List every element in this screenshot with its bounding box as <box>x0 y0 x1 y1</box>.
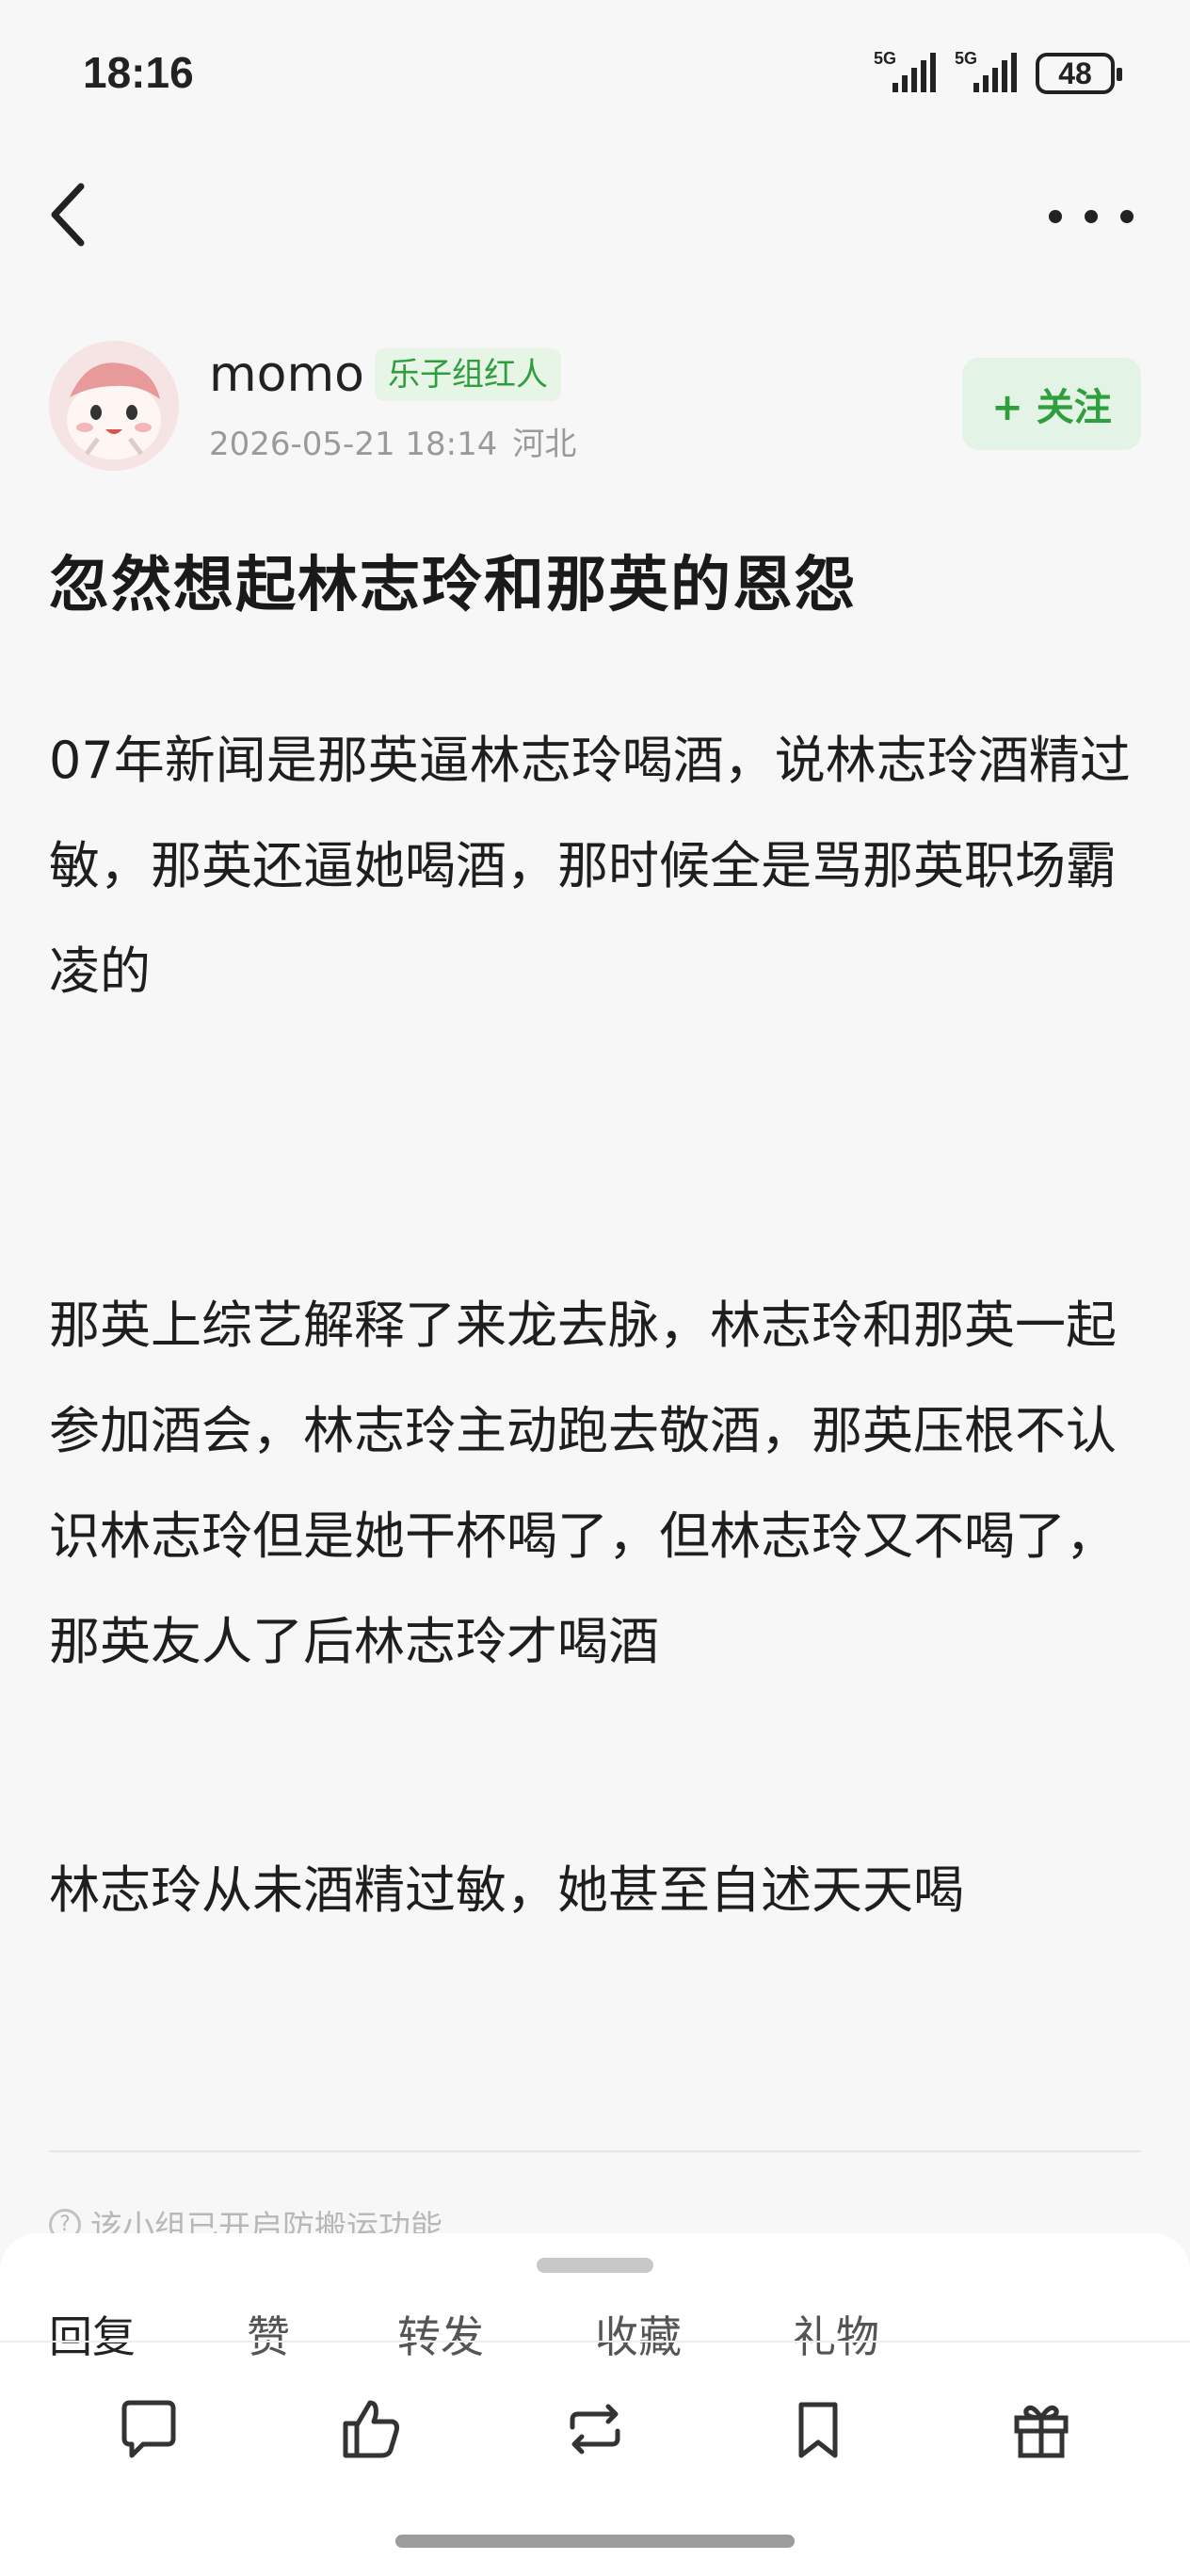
tab-reply[interactable]: 回复 <box>49 2299 247 2356</box>
post-title: 忽然想起林志玲和那英的恩怨 <box>49 551 857 620</box>
signal-icon: 5G <box>955 49 1022 94</box>
comment-icon[interactable] <box>92 2373 205 2486</box>
avatar[interactable] <box>49 341 179 471</box>
tab-gift[interactable]: 礼物 <box>793 2299 943 2356</box>
divider <box>0 2341 1190 2343</box>
post-timestamp: 2026-05-21 18:14 <box>209 426 498 463</box>
tab-like[interactable]: 赞 <box>247 2299 397 2356</box>
repost-icon[interactable] <box>539 2373 651 2486</box>
chevron-left-icon[interactable] <box>41 177 98 252</box>
top-nav <box>0 160 1190 264</box>
battery-icon: 48 <box>1036 53 1122 94</box>
follow-button[interactable]: + 关注 <box>962 358 1141 450</box>
status-icons: 5G 5G 48 <box>874 49 1122 94</box>
action-tabs: 回复 赞 转发 收藏 礼物 <box>49 2299 943 2356</box>
status-bar: 18:16 5G 5G 48 <box>0 0 1190 151</box>
more-horizontal-icon[interactable] <box>1049 188 1134 245</box>
like-icon[interactable] <box>315 2373 428 2486</box>
signal-icon: 5G <box>874 49 941 94</box>
bottom-sheet: 回复 赞 转发 收藏 礼物 <box>0 2233 1190 2576</box>
author-row: momo 乐子组红人 2026-05-21 18:14 河北 + 关注 <box>49 341 1141 473</box>
bookmark-icon[interactable] <box>762 2373 875 2486</box>
tab-favorite[interactable]: 收藏 <box>595 2299 793 2356</box>
tab-repost[interactable]: 转发 <box>397 2299 595 2356</box>
author-name[interactable]: momo <box>209 346 364 403</box>
author-badge: 乐子组红人 <box>375 348 561 401</box>
post-paragraph: 07年新闻是那英逼林志玲喝酒，说林志玲酒精过敏，那英还逼她喝酒，那时候全是骂那英… <box>49 731 1131 1001</box>
home-indicator[interactable] <box>395 2535 795 2548</box>
gift-icon[interactable] <box>985 2373 1098 2486</box>
post-paragraph: 那英上综艺解释了来龙去脉，林志玲和那英一起参加酒会，林志玲主动跑去敬酒，那英压根… <box>49 1296 1117 1671</box>
post-location: 河北 <box>512 426 577 463</box>
status-time: 18:16 <box>83 48 194 97</box>
sheet-handle[interactable] <box>537 2258 653 2273</box>
post-paragraph: 林志玲从未酒精过敏，她甚至自述天天喝 <box>49 1860 964 1920</box>
divider <box>49 2150 1141 2152</box>
action-toolbar <box>0 2373 1190 2486</box>
post-meta: 2026-05-21 18:14 河北 <box>209 418 576 464</box>
